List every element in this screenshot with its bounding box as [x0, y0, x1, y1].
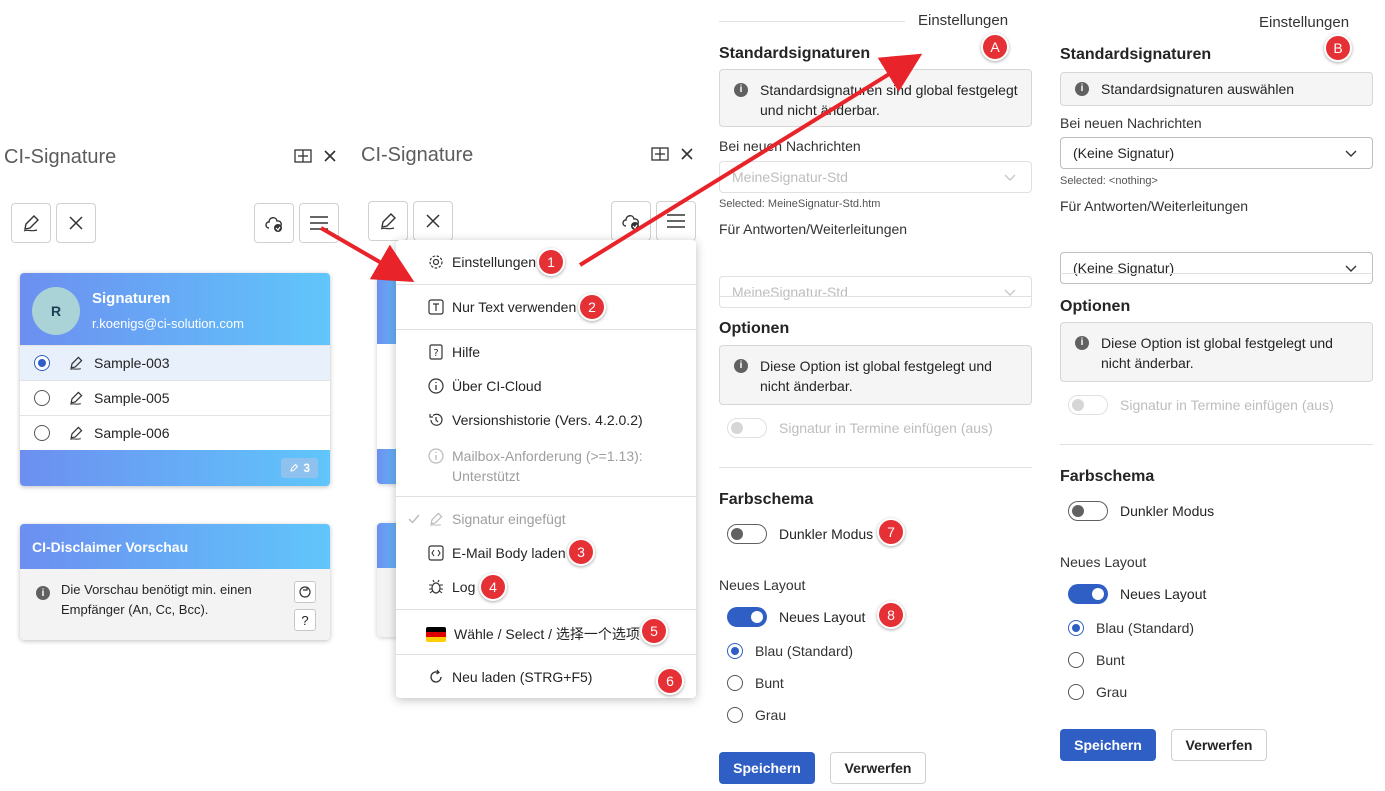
step-badge: 2: [578, 293, 606, 321]
step-badge: B: [1324, 34, 1352, 62]
arrow-to-settings: [578, 53, 923, 267]
step-badge: A: [981, 33, 1009, 61]
arrow-to-menu: [319, 226, 415, 283]
step-badge: 5: [640, 617, 668, 645]
step-badge: 6: [656, 667, 684, 695]
annotation-arrows: [319, 53, 923, 283]
step-badge: 1: [537, 248, 565, 276]
step-badge: 4: [479, 573, 507, 601]
step-badge: 8: [877, 601, 905, 629]
step-badge: 7: [877, 518, 905, 546]
step-badge: 3: [567, 538, 595, 566]
